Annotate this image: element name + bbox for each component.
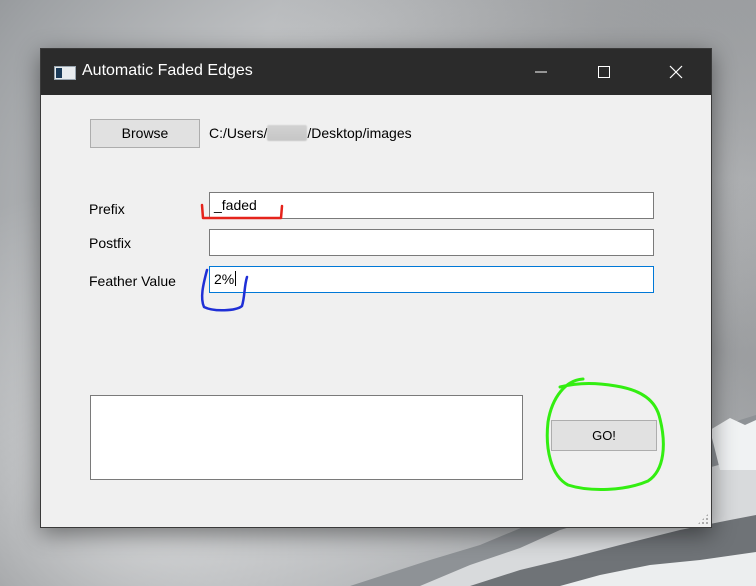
feather-value: 2% xyxy=(214,271,235,287)
go-button[interactable]: GO! xyxy=(551,420,657,451)
close-icon xyxy=(669,65,683,79)
minimize-button[interactable] xyxy=(518,49,564,95)
resize-grip-icon[interactable] xyxy=(697,513,709,525)
window-app-icon xyxy=(54,66,76,80)
path-prefix: C:/Users/ xyxy=(209,125,268,141)
path-suffix: /Desktop/images xyxy=(307,125,412,141)
postfix-input[interactable] xyxy=(209,229,654,256)
browse-button[interactable]: Browse xyxy=(90,119,200,148)
selected-folder-path: C:/Users/ /Desktop/images xyxy=(209,125,412,141)
feather-value-input[interactable]: 2% xyxy=(209,266,654,293)
maximize-button[interactable] xyxy=(581,49,627,95)
prefix-value: _faded xyxy=(214,197,257,213)
minimize-icon xyxy=(535,71,547,73)
app-window: Automatic Faded Edges Browse C:/Users/ /D… xyxy=(40,48,712,528)
window-title: Automatic Faded Edges xyxy=(82,62,253,79)
prefix-input[interactable]: _faded xyxy=(209,192,654,219)
title-bar[interactable]: Automatic Faded Edges xyxy=(41,49,711,95)
prefix-label: Prefix xyxy=(89,201,125,217)
postfix-label: Postfix xyxy=(89,235,132,251)
redacted-username xyxy=(267,125,308,141)
close-button[interactable] xyxy=(653,49,699,95)
text-caret xyxy=(235,271,237,286)
feather-value-label: Feather Value xyxy=(89,273,176,289)
maximize-icon xyxy=(598,66,610,78)
output-log-box[interactable] xyxy=(90,395,523,480)
